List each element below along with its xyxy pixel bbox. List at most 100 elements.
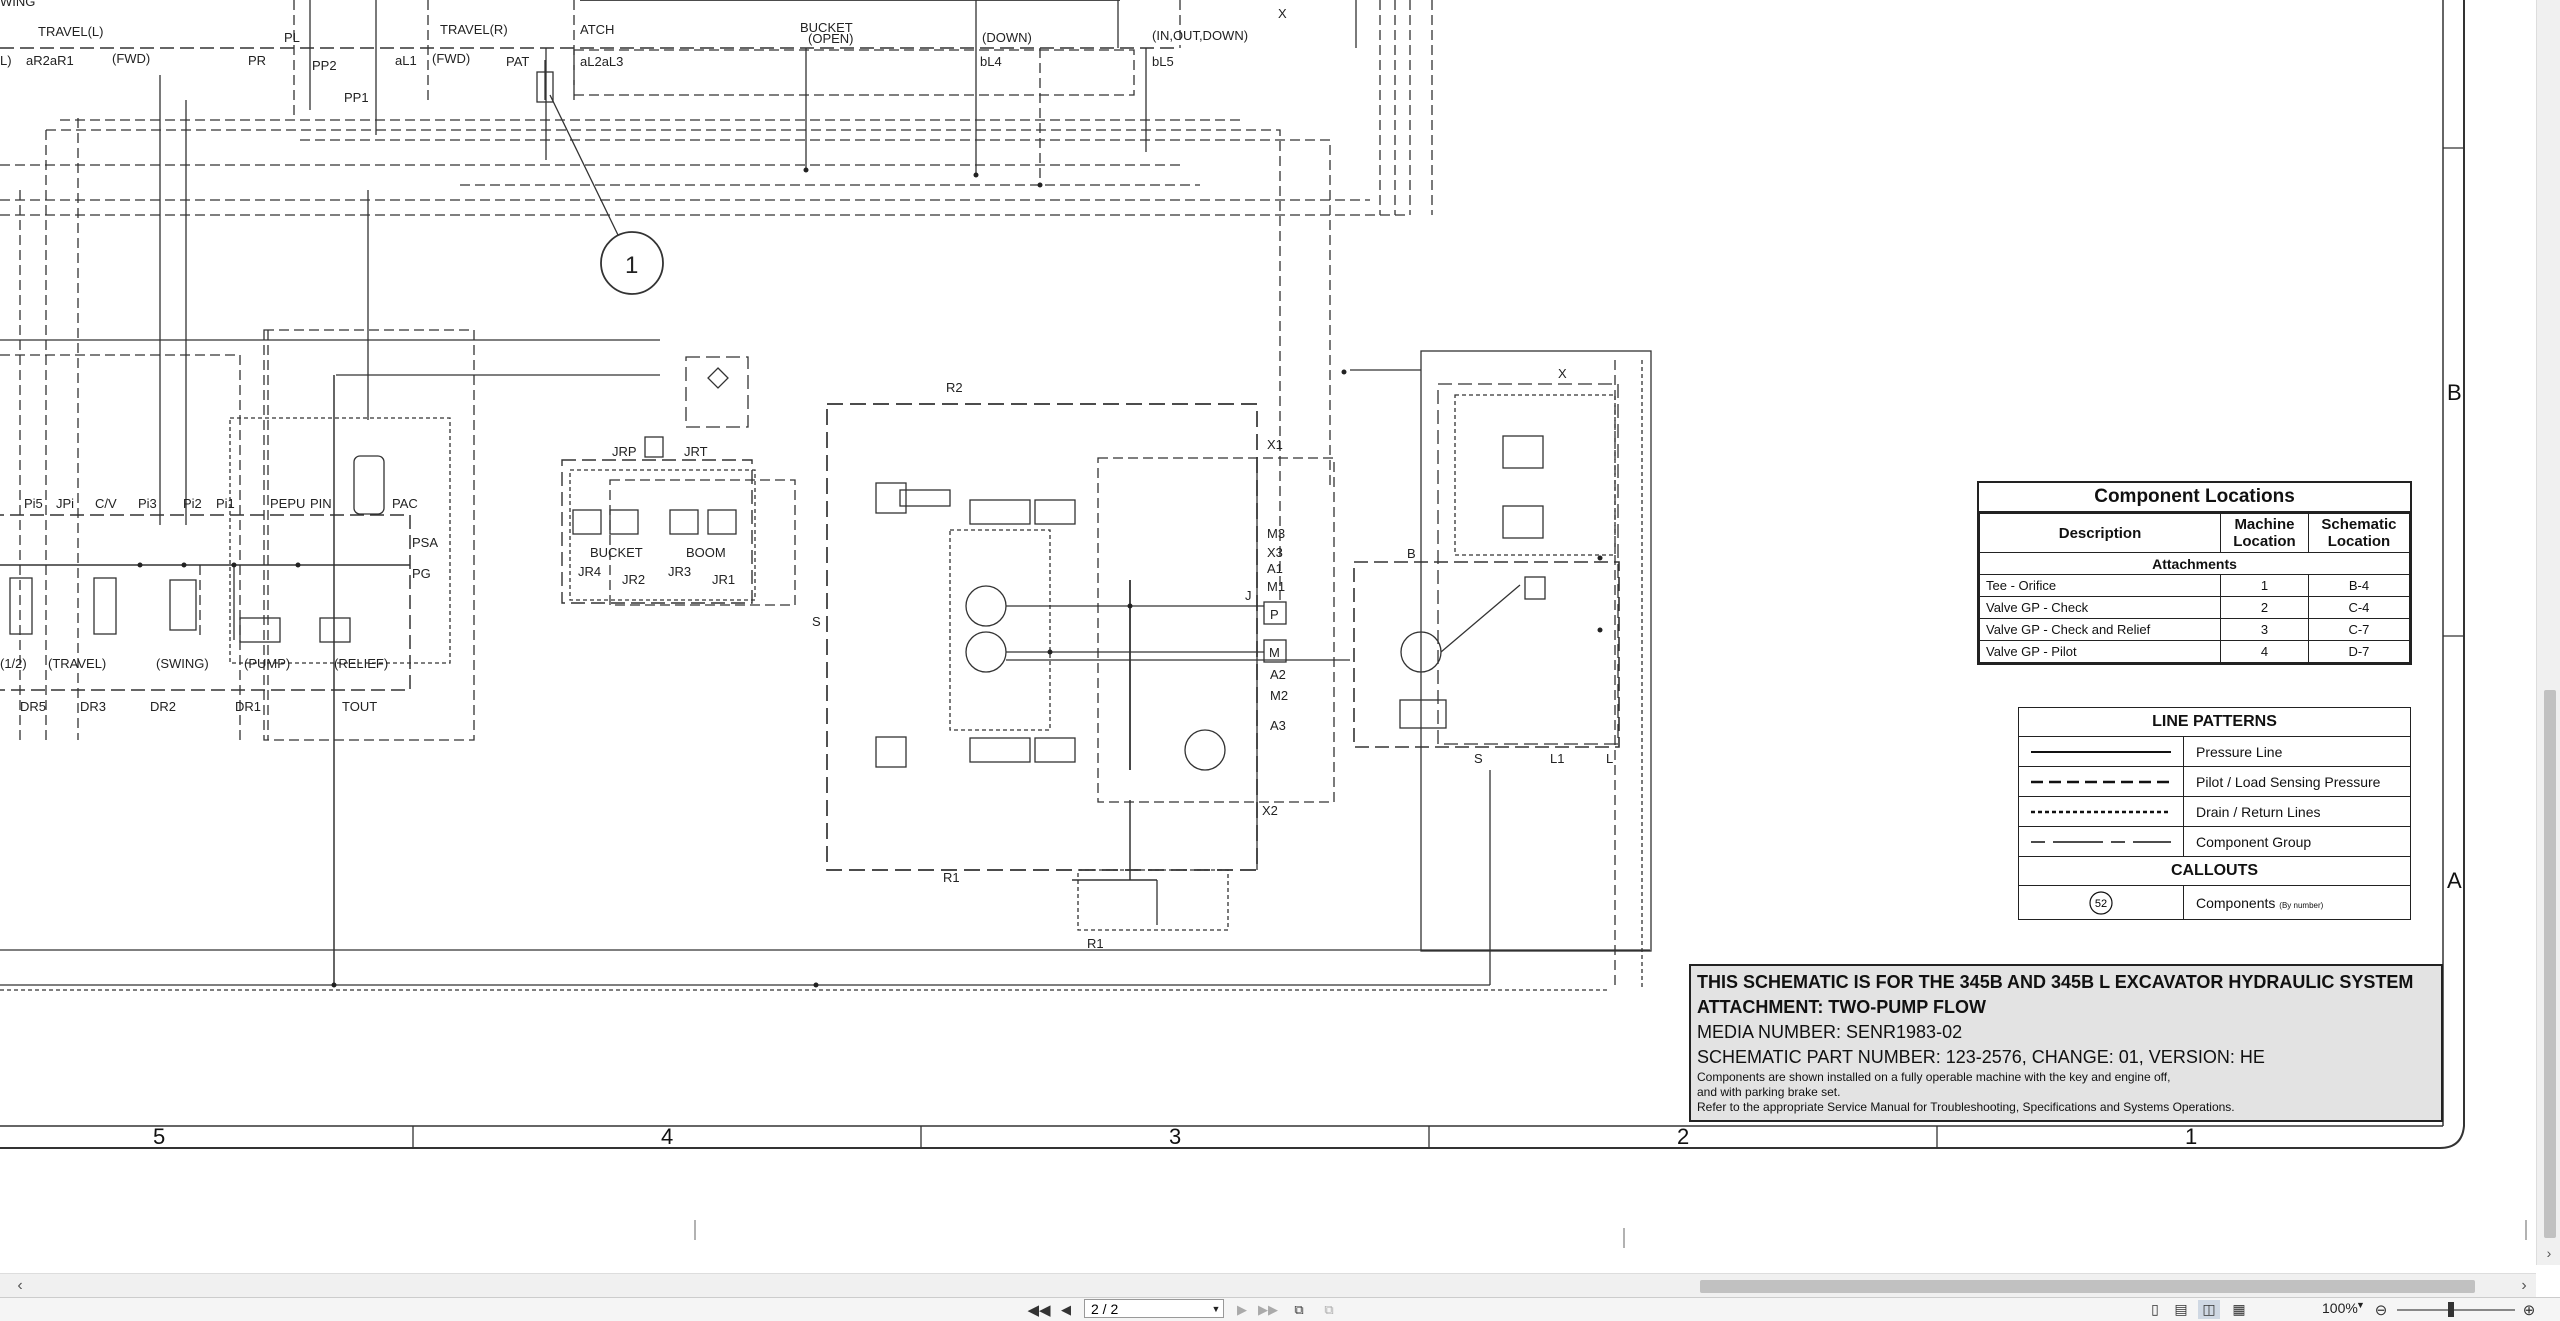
- grid-column-3: 3: [1169, 1124, 1182, 1149]
- viewer-status-bar: ◀◀ ◀ ▼ ▶ ▶▶ ⧉ ⧉ ▯ ▤ ◫ ▦ 100% ▼ ⊖ ⊕: [0, 1297, 2560, 1321]
- line-patterns-legend: LINE PATTERNS Pressure Line Pilot / Load…: [2018, 707, 2411, 920]
- vertical-scroll-thumb[interactable]: [2544, 690, 2556, 1238]
- label-dr3: DR3: [80, 699, 106, 714]
- label-dr1: DR1: [235, 699, 261, 714]
- label-in-out-down: (IN,OUT,DOWN): [1152, 28, 1248, 43]
- label-dr5: DR5: [20, 699, 46, 714]
- scroll-down-arrow-icon[interactable]: ›: [2537, 1240, 2560, 1265]
- zoom-slider-handle[interactable]: [2448, 1302, 2454, 1317]
- previous-page-icon[interactable]: ◀: [1058, 1300, 1074, 1319]
- label-travel-l: TRAVEL(L): [38, 24, 104, 39]
- grid-column-5: 5: [153, 1124, 166, 1149]
- label-pp2: PP2: [312, 58, 337, 73]
- facing-icon[interactable]: ◫: [2198, 1300, 2220, 1319]
- grid-column-2: 2: [1677, 1124, 1690, 1149]
- table-row: Valve GP - Pilot 4 D-7: [1979, 640, 2411, 663]
- label-swing: (SWING): [156, 656, 209, 671]
- table-row: Tee - Orifice 1 B-4: [1979, 574, 2411, 597]
- label-x1: X1: [1267, 437, 1283, 452]
- label-relief: (RELIEF): [334, 656, 388, 671]
- legend-row: Pilot / Load Sensing Pressure: [2019, 767, 2410, 797]
- component-locations-table: Component Locations Description Machine …: [1977, 481, 2412, 665]
- label-pi5: Pi5: [24, 496, 43, 511]
- continuous-icon[interactable]: ▤: [2172, 1300, 2190, 1319]
- label-pl: PL: [284, 30, 300, 45]
- table-row: Valve GP - Check and Relief 3 C-7: [1979, 618, 2411, 641]
- label-fwd-2: (FWD): [432, 51, 470, 66]
- callout-label: Components: [2196, 894, 2276, 911]
- label-jrt: JRT: [684, 444, 708, 459]
- label-l-paren: L): [0, 53, 12, 68]
- label-m2: M2: [1270, 688, 1288, 703]
- note-1: Components are shown installed on a full…: [1697, 1070, 2171, 1084]
- label-x2: X2: [1262, 803, 1278, 818]
- page-number-input[interactable]: [1084, 1299, 1224, 1318]
- label-j: J: [1245, 588, 1252, 603]
- label-m1: M1: [1267, 579, 1285, 594]
- label-bucket-2: BUCKET: [590, 545, 643, 560]
- label-r1-b: R1: [1087, 936, 1104, 951]
- label-r2: R2: [946, 380, 963, 395]
- table-row: Valve GP - Check 2 C-4: [1979, 596, 2411, 619]
- media-number: MEDIA NUMBER: SENR1983-02: [1697, 1022, 1963, 1042]
- first-page-icon[interactable]: ◀◀: [1027, 1300, 1050, 1319]
- zoom-slider[interactable]: [2397, 1309, 2515, 1311]
- label-x3: X3: [1267, 545, 1283, 560]
- scroll-right-arrow-icon[interactable]: ›: [2512, 1274, 2536, 1298]
- label-x-right: X: [1558, 366, 1567, 381]
- single-page-icon[interactable]: ▯: [2146, 1300, 2164, 1319]
- label-bl5: bL5: [1152, 54, 1174, 69]
- horizontal-scroll-thumb[interactable]: [1700, 1280, 2475, 1293]
- grid-column-1: 1: [2185, 1124, 2198, 1149]
- label-down: (DOWN): [982, 30, 1032, 45]
- label-s-2: S: [1474, 751, 1483, 766]
- page-dropdown-icon[interactable]: ▼: [1208, 1299, 1224, 1318]
- zoom-dropdown-icon[interactable]: ▼: [2356, 1300, 2365, 1310]
- callout-1-number: 1: [625, 252, 638, 279]
- legend-row: Component Group: [2019, 827, 2410, 857]
- label-travel: (TRAVEL): [48, 656, 106, 671]
- grid-column-4: 4: [661, 1124, 674, 1149]
- scroll-left-arrow-icon[interactable]: ‹: [8, 1274, 32, 1298]
- label-jr2: JR2: [622, 572, 645, 587]
- note-2: and with parking brake set.: [1697, 1085, 1841, 1099]
- label-psa: PSA: [412, 535, 438, 550]
- label-jrp: JRP: [612, 444, 637, 459]
- continuous-facing-icon[interactable]: ▦: [2228, 1300, 2250, 1319]
- grid-row-b: B: [2447, 380, 2462, 405]
- component-locations-title: Component Locations: [1979, 483, 2410, 513]
- document-viewport[interactable]: WING TRAVEL(L) PL TRAVEL(R) ATCH BUCKET …: [0, 0, 2536, 1265]
- label-tout: TOUT: [342, 699, 377, 714]
- label-pac: PAC: [392, 496, 418, 511]
- label-pin: PIN: [310, 496, 332, 511]
- label-half: (1/2): [0, 656, 27, 671]
- group-attachments: Attachments: [1979, 552, 2410, 575]
- previous-view-icon[interactable]: ⧉: [1288, 1300, 1310, 1319]
- zoom-out-icon[interactable]: ⊖: [2372, 1300, 2390, 1319]
- title-line-1: THIS SCHEMATIC IS FOR THE 345B AND 345B …: [1697, 972, 2414, 992]
- label-a2: A2: [1270, 667, 1286, 682]
- label-cv: C/V: [95, 496, 117, 511]
- label-al1: aL1: [395, 53, 417, 68]
- label-l: L: [1606, 751, 1613, 766]
- zoom-level[interactable]: 100%: [2322, 1300, 2358, 1316]
- line-patterns-title: LINE PATTERNS: [2019, 708, 2410, 737]
- label-pi2: Pi2: [183, 496, 202, 511]
- label-m3: M3: [1267, 526, 1285, 541]
- horizontal-scrollbar[interactable]: ‹ ›: [0, 1273, 2536, 1298]
- next-view-icon[interactable]: ⧉: [1318, 1300, 1340, 1319]
- last-page-icon[interactable]: ▶▶: [1258, 1300, 1278, 1319]
- zoom-in-icon[interactable]: ⊕: [2520, 1300, 2538, 1319]
- label-open: (OPEN): [808, 31, 854, 46]
- label-pg: PG: [412, 566, 431, 581]
- next-page-icon[interactable]: ▶: [1234, 1300, 1250, 1319]
- vertical-scrollbar[interactable]: ›: [2536, 0, 2560, 1265]
- label-pepu: PEPU: [270, 496, 305, 511]
- label-jr3: JR3: [668, 564, 691, 579]
- label-pump: (PUMP): [244, 656, 290, 671]
- label-pr: PR: [248, 53, 266, 68]
- label-a1: A1: [1267, 561, 1283, 576]
- callout-sample: 52: [2095, 898, 2107, 910]
- label-pp1: PP1: [344, 90, 369, 105]
- label-boom: BOOM: [686, 545, 726, 560]
